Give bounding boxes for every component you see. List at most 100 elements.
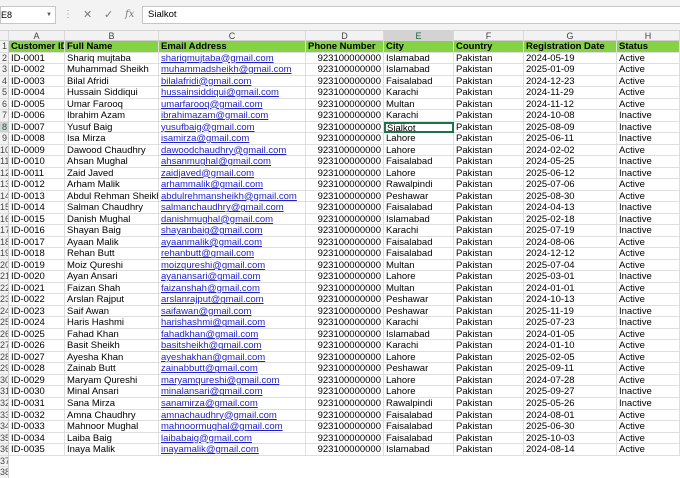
cell-h[interactable]: Inactive [617,167,680,180]
cell-e[interactable]: Karachi [384,225,454,237]
cell-h[interactable]: Inactive [617,305,680,318]
cell-b[interactable]: Shariq mujtaba [65,52,159,65]
cell-h[interactable]: Inactive [617,213,680,226]
cell-e[interactable]: Lahore [384,271,454,283]
cell-h[interactable]: Inactive [617,133,680,145]
cell-f[interactable]: Pakistan [454,144,524,157]
cell-d[interactable]: 923100000000 [306,248,384,260]
cell-f[interactable]: Pakistan [454,421,524,433]
cell-f[interactable]: Pakistan [454,225,524,237]
cell-f[interactable]: Pakistan [454,236,524,249]
cell-g[interactable]: 2024-07-28 [524,374,617,387]
cell-f[interactable]: Pakistan [454,386,524,398]
cell-h[interactable]: Active [617,75,680,88]
cell-e[interactable]: Peshawar [384,294,454,306]
row-header-15[interactable]: 15 [0,202,8,214]
cell-b[interactable]: Dawood Chaudhry [65,144,159,157]
cell-a[interactable]: ID-0032 [9,409,65,422]
cell-b[interactable]: Basit Sheikh [65,340,159,352]
cell-g[interactable]: 2024-12-12 [524,248,617,260]
cell-b[interactable]: Rehan Butt [65,248,159,260]
cell-d[interactable]: 923100000000 [306,156,384,168]
cell-e[interactable]: Islamabad [384,444,454,456]
cell-a[interactable]: ID-0035 [9,444,65,456]
cell-e[interactable]: Karachi [384,87,454,99]
cell-b[interactable]: Shayan Baig [65,225,159,237]
cell-g[interactable]: 2024-12-23 [524,75,617,88]
cell-h[interactable]: Active [617,179,680,191]
cell-c[interactable]: mahnoormughal@gmail.com [159,421,306,433]
cell-b[interactable]: Zainab Butt [65,363,159,375]
cell-b[interactable]: Inaya Malik [65,444,159,456]
cell-c[interactable]: amnachaudhry@gmail.com [159,409,306,422]
cell-a[interactable]: ID-0023 [9,305,65,318]
cell-g[interactable]: 2024-08-01 [524,409,617,422]
cell-b[interactable]: Arham Malik [65,179,159,191]
cell-h[interactable]: Active [617,363,680,375]
cell-g[interactable]: 2025-06-30 [524,421,617,433]
cell-c[interactable]: yusufbaig@gmail.com [159,121,306,134]
cell-c[interactable]: isamirza@gmail.com [159,133,306,145]
select-all-corner[interactable] [0,31,9,41]
cell-g[interactable]: 2025-09-11 [524,363,617,375]
row-header-6[interactable]: 6 [0,99,8,111]
cell-c[interactable]: shariqmujtaba@gmail.com [159,52,306,65]
cell-g[interactable]: 2024-10-08 [524,110,617,122]
row-header-38[interactable]: 38 [0,467,8,478]
cell-h[interactable]: Active [617,52,680,65]
cell-f[interactable]: Pakistan [454,351,524,364]
cell-f[interactable]: Pakistan [454,282,524,295]
row-header-27[interactable]: 27 [0,340,8,352]
row-header-19[interactable]: 19 [0,248,8,260]
cell-f[interactable]: Pakistan [454,121,524,134]
cell-g[interactable]: 2025-11-19 [524,305,617,318]
row-header-24[interactable]: 24 [0,306,8,318]
cell-b[interactable]: Isa Mirza [65,133,159,145]
cell-c[interactable]: muhammadsheikh@gmail.com [159,64,306,76]
cell-b[interactable]: Abdul Rehman Sheikh [65,190,159,203]
row-header-13[interactable]: 13 [0,179,8,191]
cell-b[interactable]: Arslan Rajput [65,294,159,306]
cell-a[interactable]: ID-0003 [9,75,65,88]
cell-e[interactable]: Karachi [384,317,454,329]
cell-a[interactable]: ID-0028 [9,363,65,375]
cell-h[interactable]: Active [617,87,680,99]
row-header-4[interactable]: 4 [0,76,8,88]
cell-f[interactable]: Pakistan [454,179,524,191]
cell-d[interactable]: 923100000000 [306,64,384,76]
cell-c[interactable]: ibrahimazam@gmail.com [159,110,306,122]
close-icon[interactable]: ✕ [83,8,92,22]
row-header-9[interactable]: 9 [0,133,8,145]
column-header-e[interactable]: E [384,31,454,41]
cell-g[interactable]: 2024-02-02 [524,144,617,157]
cell-d[interactable]: 923100000000 [306,421,384,433]
cell-f[interactable]: Pakistan [454,432,524,445]
cell-d[interactable]: 923100000000 [306,374,384,387]
cell-b[interactable]: Umar Farooq [65,98,159,111]
cell-f[interactable]: Pakistan [454,190,524,203]
cell-c[interactable]: dawoodchaudhry@gmail.com [159,144,306,157]
cell-g[interactable]: 2025-06-11 [524,133,617,145]
row-header-11[interactable]: 11 [0,156,8,168]
row-header-8[interactable]: 8 [0,121,8,134]
cell-e[interactable]: Karachi [384,340,454,352]
cell-c[interactable]: fahadkhan@gmail.com [159,328,306,341]
cell-d[interactable]: 923100000000 [306,225,384,237]
cell-c[interactable]: minalansari@gmail.com [159,386,306,398]
cell-c[interactable]: abdulrehmansheikh@gmail.com [159,190,306,203]
cell-c[interactable]: inayamalik@gmail.com [159,444,306,456]
cell-d[interactable]: 923100000000 [306,397,384,410]
cell-f[interactable]: Pakistan [454,213,524,226]
cell-c[interactable]: arslanrajput@gmail.com [159,294,306,306]
cell-d[interactable]: 923100000000 [306,432,384,445]
cell-c[interactable]: shayanbaig@gmail.com [159,225,306,237]
cell-g[interactable]: 2025-07-19 [524,225,617,237]
cell-a[interactable]: ID-0010 [9,156,65,168]
header-cell[interactable]: Customer ID [9,41,65,53]
cell-e[interactable]: Islamabad [384,213,454,226]
row-header-10[interactable]: 10 [0,145,8,157]
cell-g[interactable]: 2025-03-01 [524,271,617,283]
cell-b[interactable]: Haris Hashmi [65,317,159,329]
cell-c[interactable]: arhammalik@gmail.com [159,179,306,191]
cell-d[interactable]: 923100000000 [306,52,384,65]
